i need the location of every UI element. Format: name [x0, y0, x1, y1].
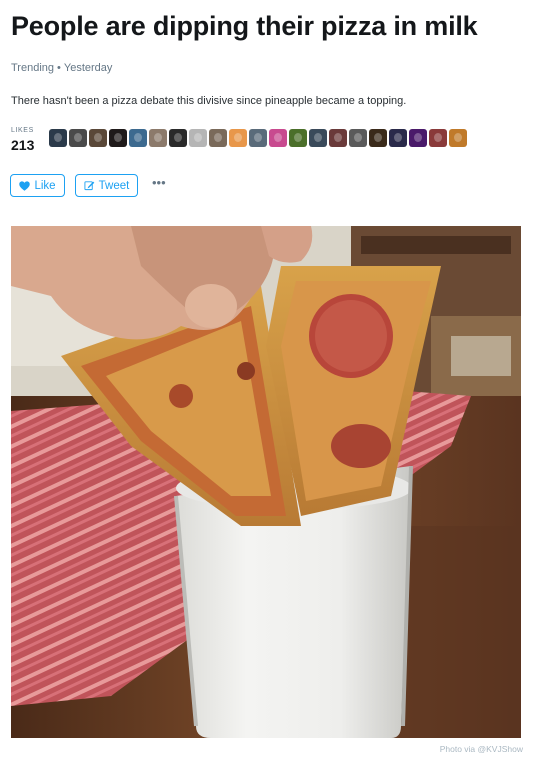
tweet-button[interactable]: Tweet: [75, 174, 138, 197]
liker-avatar[interactable]: [129, 129, 147, 147]
photo-credit: Photo via @KVJShow: [439, 744, 523, 754]
liker-avatar[interactable]: [449, 129, 467, 147]
avatar-face: [194, 133, 202, 142]
avatar-face: [54, 133, 62, 142]
avatar-face: [434, 133, 442, 142]
liker-avatar[interactable]: [349, 129, 367, 147]
liker-avatar[interactable]: [249, 129, 267, 147]
like-button-label: Like: [34, 179, 56, 192]
avatar-face: [154, 133, 162, 142]
avatar-face: [74, 133, 82, 142]
avatar-face: [414, 133, 422, 142]
liker-avatar[interactable]: [229, 129, 247, 147]
likes-summary: LIKES 213: [11, 126, 34, 153]
avatar-face: [174, 133, 182, 142]
article-photo: [11, 226, 521, 738]
avatar-face: [134, 133, 142, 142]
timestamp: Yesterday: [63, 62, 113, 74]
liker-avatar[interactable]: [269, 129, 287, 147]
like-button[interactable]: Like: [10, 174, 65, 197]
liker-avatar[interactable]: [429, 129, 447, 147]
heart-icon: [19, 180, 31, 191]
avatar-face: [294, 133, 302, 142]
liker-avatar[interactable]: [69, 129, 87, 147]
avatar-face: [454, 133, 462, 142]
liker-avatar[interactable]: [329, 129, 347, 147]
liker-avatar[interactable]: [389, 129, 407, 147]
avatar-face: [334, 133, 342, 142]
likes-label: LIKES: [11, 127, 34, 134]
more-options-button[interactable]: •••: [152, 176, 166, 189]
liker-avatars: [49, 129, 519, 149]
pizza-milk-image: [11, 226, 521, 738]
avatar-face: [354, 133, 362, 142]
avatar-face: [214, 133, 222, 142]
liker-avatar[interactable]: [149, 129, 167, 147]
avatar-face: [374, 133, 382, 142]
tweet-button-label: Tweet: [98, 179, 130, 192]
meta-separator: •: [57, 62, 61, 74]
liker-avatar[interactable]: [369, 129, 387, 147]
avatar-face: [114, 133, 122, 142]
liker-avatar[interactable]: [89, 129, 107, 147]
category-link[interactable]: Trending: [11, 62, 54, 74]
avatar-face: [274, 133, 282, 142]
avatar-face: [254, 133, 262, 142]
avatar-face: [94, 133, 102, 142]
liker-avatar[interactable]: [49, 129, 67, 147]
article-title: People are dipping their pizza in milk: [11, 11, 478, 41]
liker-avatar[interactable]: [309, 129, 327, 147]
article-description: There hasn't been a pizza debate this di…: [11, 95, 407, 107]
avatar-face: [234, 133, 242, 142]
liker-avatar[interactable]: [289, 129, 307, 147]
likes-count: 213: [11, 137, 35, 153]
liker-avatar[interactable]: [169, 129, 187, 147]
liker-avatar[interactable]: [209, 129, 227, 147]
article-meta: Trending • Yesterday: [11, 61, 112, 75]
compose-icon: [84, 181, 94, 191]
liker-avatar[interactable]: [109, 129, 127, 147]
liker-avatar[interactable]: [409, 129, 427, 147]
avatar-face: [394, 133, 402, 142]
avatar-face: [314, 133, 322, 142]
liker-avatar[interactable]: [189, 129, 207, 147]
